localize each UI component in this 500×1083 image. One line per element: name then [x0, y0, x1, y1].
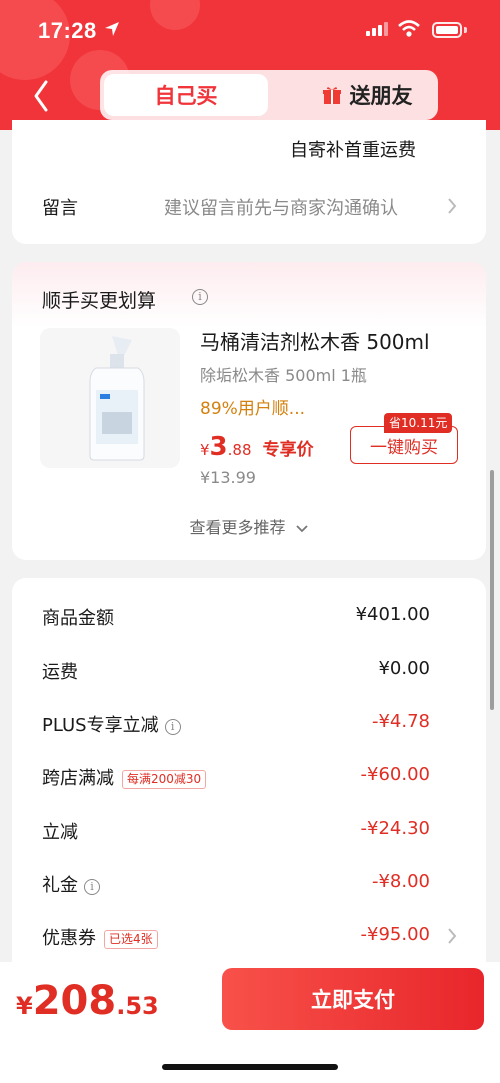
- signal-icon: [366, 22, 388, 36]
- price-decimal: .88: [227, 441, 252, 459]
- crossstore-badge: 每满200减30: [122, 770, 207, 789]
- recommend-title: 顺手买更划算: [42, 290, 157, 312]
- total-integer: 208: [32, 978, 117, 1024]
- summary-label-gift: 礼金: [42, 875, 78, 896]
- gift-icon: [322, 87, 341, 104]
- product-image[interactable]: [40, 328, 180, 468]
- coupon-badge: 已选4张: [104, 930, 158, 949]
- pay-button[interactable]: 立即支付: [222, 968, 484, 1030]
- price-tag: 专享价: [262, 440, 314, 460]
- summary-row-label: 跨店满减 每满200减30: [42, 764, 207, 790]
- wifi-icon: [398, 20, 420, 37]
- header-bar: 17:28 自己买 送朋友: [0, 0, 500, 130]
- status-bar: 17:28: [0, 0, 500, 64]
- total-symbol: ¥: [16, 992, 33, 1020]
- summary-value-instant: -¥24.30: [360, 818, 430, 839]
- total-decimal: .53: [116, 992, 159, 1020]
- total-price: ¥208.53: [16, 978, 159, 1024]
- back-arrow-icon[interactable]: [28, 78, 58, 114]
- price-summary-card: 商品金额 ¥401.00 运费 ¥0.00 PLUS专享立减 i -¥4.78 跨…: [12, 578, 486, 978]
- summary-row-label: 立减: [42, 818, 78, 844]
- recommend-card: 顺手买更划算 i 马桶清洁剂松木香 500ml 除垢松木香 500ml 1瓶 8…: [12, 262, 486, 560]
- product-rating: 89%用户顺...: [200, 399, 305, 419]
- original-price: ¥13.99: [200, 468, 256, 487]
- summary-value-plus: -¥4.78: [371, 711, 430, 732]
- summary-label-shipping: 运费: [42, 662, 78, 683]
- home-indicator[interactable]: [162, 1064, 338, 1070]
- cleaner-bottle-icon: [89, 336, 145, 461]
- coupon-row[interactable]: 优惠券 已选4张: [42, 924, 158, 950]
- price-integer: 3: [209, 432, 228, 462]
- summary-label-instant: 立减: [42, 822, 78, 843]
- tab-send-friend-label: 送朋友: [349, 84, 413, 108]
- message-label: 留言: [42, 198, 78, 219]
- summary-row-label: 礼金 i: [42, 871, 100, 897]
- summary-label-goods: 商品金额: [42, 608, 114, 629]
- summary-label-coupon: 优惠券: [42, 928, 96, 949]
- chevron-right-icon: [448, 198, 457, 214]
- more-recommend-label: 查看更多推荐: [189, 518, 286, 537]
- price-symbol: ¥: [200, 441, 210, 459]
- summary-row-label: PLUS专享立减 i: [42, 711, 181, 737]
- status-time: 17:28: [38, 18, 97, 43]
- info-icon[interactable]: i: [192, 289, 208, 305]
- product-name[interactable]: 马桶清洁剂松木香 500ml: [200, 326, 430, 355]
- product-price: ¥3.88 专享价: [200, 432, 314, 462]
- chevron-down-icon: [295, 524, 308, 532]
- more-recommend-link[interactable]: 查看更多推荐: [12, 514, 486, 538]
- summary-row-label: 运费: [42, 658, 78, 684]
- location-arrow-icon: [105, 22, 119, 36]
- message-placeholder[interactable]: 建议留言前先与商家沟通确认: [164, 194, 398, 220]
- summary-value-shipping: ¥0.00: [378, 658, 430, 679]
- battery-icon: [432, 22, 462, 38]
- summary-value-crossstore: -¥60.00: [360, 764, 430, 785]
- tab-send-friend[interactable]: 送朋友: [300, 74, 434, 116]
- chevron-right-icon[interactable]: [446, 926, 458, 946]
- shipping-note: 自寄补首重运费: [290, 140, 416, 161]
- summary-label-crossstore: 跨店满减: [42, 768, 114, 789]
- summary-value-coupon: -¥95.00: [360, 924, 430, 945]
- info-icon[interactable]: i: [84, 878, 100, 895]
- battery-tip: [464, 27, 467, 33]
- summary-value-gift: -¥8.00: [371, 871, 430, 892]
- summary-label-plus: PLUS专享立减: [42, 715, 159, 736]
- tab-buy-self[interactable]: 自己买: [104, 74, 268, 116]
- save-badge: 省10.11元: [384, 413, 453, 433]
- product-spec: 除垢松木香 500ml 1瓶: [200, 366, 367, 385]
- order-info-card: 自寄补首重运费 留言 建议留言前先与商家沟通确认: [12, 120, 486, 244]
- summary-row-label: 商品金额: [42, 604, 114, 630]
- scrollbar[interactable]: [490, 470, 494, 710]
- summary-value-goods: ¥401.00: [355, 604, 430, 625]
- info-icon[interactable]: i: [164, 718, 181, 735]
